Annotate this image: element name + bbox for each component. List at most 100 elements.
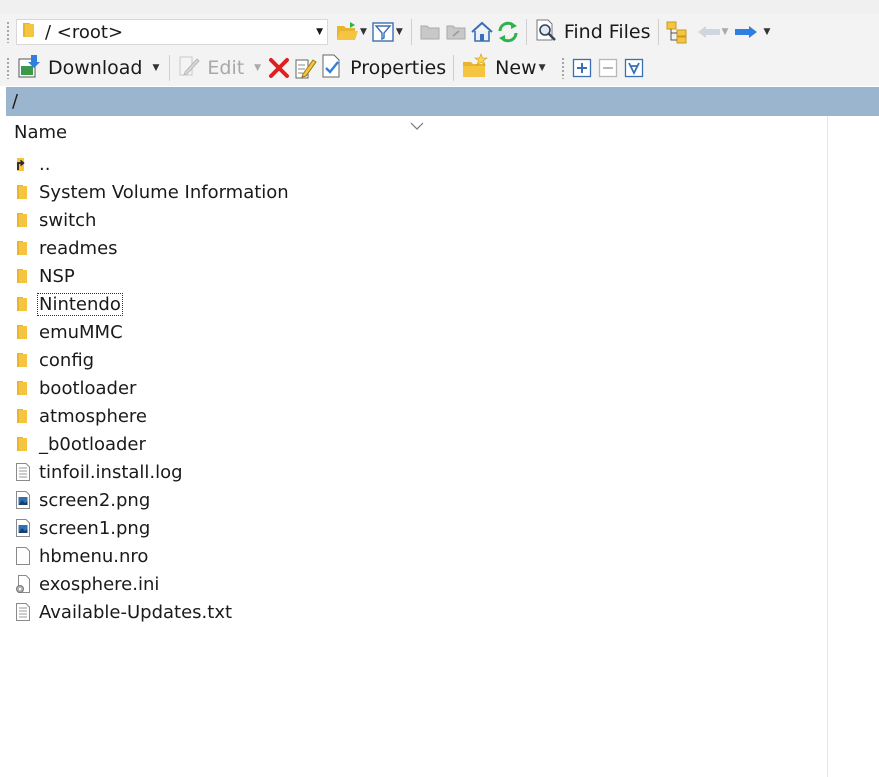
- chevron-down-icon[interactable]: ▼: [316, 27, 323, 37]
- list-item[interactable]: atmosphere: [6, 402, 290, 430]
- toolbar-separator: [169, 55, 171, 81]
- file-list[interactable]: Name .. System Volume Information switch re…: [6, 116, 828, 777]
- open-folder-icon[interactable]: [334, 18, 360, 46]
- toolbar-separator: [453, 55, 455, 81]
- filter-icon[interactable]: [370, 18, 396, 46]
- arrow-forward-icon[interactable]: [733, 18, 759, 46]
- collapse-icon: [595, 54, 621, 82]
- folder-icon: [14, 322, 32, 342]
- up-folder-icon: [417, 18, 443, 46]
- list-item[interactable]: Nintendo: [6, 290, 290, 318]
- folder-icon: [14, 210, 32, 230]
- current-path: /: [12, 91, 19, 112]
- expand-icon[interactable]: [569, 54, 595, 82]
- list-item[interactable]: screen2.png: [6, 486, 290, 514]
- chevron-down-icon[interactable]: ▼: [396, 27, 403, 37]
- toolbar-grip[interactable]: [6, 21, 10, 43]
- list-item[interactable]: Available-Updates.txt: [6, 598, 290, 626]
- toolbar-grip[interactable]: [560, 57, 565, 79]
- download-button[interactable]: Download ▼: [14, 53, 164, 83]
- action-toolbar: Download ▼ Edit ▼ Properties New ▼: [0, 50, 879, 86]
- list-item-name: exosphere.ini: [39, 573, 160, 595]
- list-item-name: NSP: [39, 265, 75, 287]
- folder-icon: [14, 350, 32, 370]
- folder-icon: [14, 266, 32, 286]
- properties-icon: [320, 53, 344, 83]
- list-item-name: config: [39, 349, 95, 371]
- list-rows: .. System Volume Information switch readmes…: [6, 150, 290, 626]
- list-item[interactable]: _b0otloader: [6, 430, 290, 458]
- chevron-down-icon[interactable]: ▼: [763, 27, 770, 37]
- chevron-down-icon: ▼: [254, 63, 262, 73]
- chevron-down-icon[interactable]: ▼: [360, 27, 367, 37]
- config-file-icon: [14, 574, 32, 594]
- path-combo[interactable]: / <root> ▼: [16, 19, 328, 45]
- list-item-name: _b0otloader: [39, 433, 146, 455]
- list-item-name: System Volume Information: [39, 181, 289, 203]
- new-folder-icon: [461, 53, 489, 83]
- list-item-name: ..: [39, 153, 51, 175]
- list-item-name: Available-Updates.txt: [39, 601, 233, 623]
- list-item[interactable]: screen1.png: [6, 514, 290, 542]
- properties-label: Properties: [350, 57, 447, 79]
- list-item-name: Nintendo: [37, 292, 123, 316]
- list-item-name: readmes: [39, 237, 118, 259]
- list-item[interactable]: System Volume Information: [6, 178, 290, 206]
- download-icon: [16, 53, 42, 83]
- new-button[interactable]: New ▼: [459, 53, 550, 83]
- text-file-icon: [14, 602, 32, 622]
- list-item[interactable]: NSP: [6, 262, 290, 290]
- folder-icon: [14, 238, 32, 258]
- list-item[interactable]: bootloader: [6, 374, 290, 402]
- list-item-name: atmosphere: [39, 405, 147, 427]
- folder-icon: [14, 378, 32, 398]
- rename-icon[interactable]: [292, 54, 318, 82]
- list-item[interactable]: ..: [6, 150, 290, 178]
- list-item-name: screen2.png: [39, 489, 151, 511]
- root-folder-icon: [443, 18, 469, 46]
- window-top-strip: [0, 0, 879, 14]
- delete-icon[interactable]: [266, 54, 292, 82]
- file-icon: [14, 546, 32, 566]
- find-files-button[interactable]: Find Files: [532, 17, 653, 47]
- folder-icon: [21, 21, 37, 43]
- folder-icon: [14, 406, 32, 426]
- list-item-name: screen1.png: [39, 517, 151, 539]
- list-item[interactable]: hbmenu.nro: [6, 542, 290, 570]
- expand-all-icon[interactable]: [621, 54, 647, 82]
- sort-descending-icon: [410, 116, 424, 135]
- chevron-down-icon[interactable]: ▼: [152, 63, 159, 73]
- list-item-name: emuMMC: [39, 321, 123, 343]
- edit-button: Edit ▼: [175, 53, 266, 83]
- arrow-back-icon: [696, 18, 722, 46]
- properties-button[interactable]: Properties: [318, 53, 448, 83]
- refresh-icon[interactable]: [495, 18, 521, 46]
- toolbar-separator: [525, 19, 527, 45]
- chevron-down-icon[interactable]: ▼: [539, 63, 546, 73]
- image-file-icon: [14, 490, 32, 510]
- list-item[interactable]: emuMMC: [6, 318, 290, 346]
- list-item-name: bootloader: [39, 377, 137, 399]
- list-item[interactable]: exosphere.ini: [6, 570, 290, 598]
- list-header: Name: [6, 116, 827, 150]
- edit-label: Edit: [207, 57, 245, 79]
- home-icon[interactable]: [469, 18, 495, 46]
- edit-icon: [177, 54, 201, 82]
- list-item[interactable]: switch: [6, 206, 290, 234]
- list-item[interactable]: tinfoil.install.log: [6, 458, 290, 486]
- path-combo-value: / <root>: [45, 21, 124, 43]
- path-bar: /: [6, 87, 879, 116]
- image-file-icon: [14, 518, 32, 538]
- toolbar-grip[interactable]: [6, 57, 10, 79]
- navigation-toolbar: / <root> ▼ ▼ ▼ Find Files ▼ ▼: [0, 14, 879, 50]
- list-item[interactable]: readmes: [6, 234, 290, 262]
- list-item-name: hbmenu.nro: [39, 545, 149, 567]
- toolbar-separator: [657, 19, 659, 45]
- list-item-name: switch: [39, 209, 97, 231]
- tree-view-icon[interactable]: [664, 18, 690, 46]
- find-files-label: Find Files: [563, 21, 651, 43]
- list-item[interactable]: config: [6, 346, 290, 374]
- folder-icon: [14, 434, 32, 454]
- column-header-name[interactable]: Name: [14, 122, 67, 143]
- toolbar-separator: [410, 19, 412, 45]
